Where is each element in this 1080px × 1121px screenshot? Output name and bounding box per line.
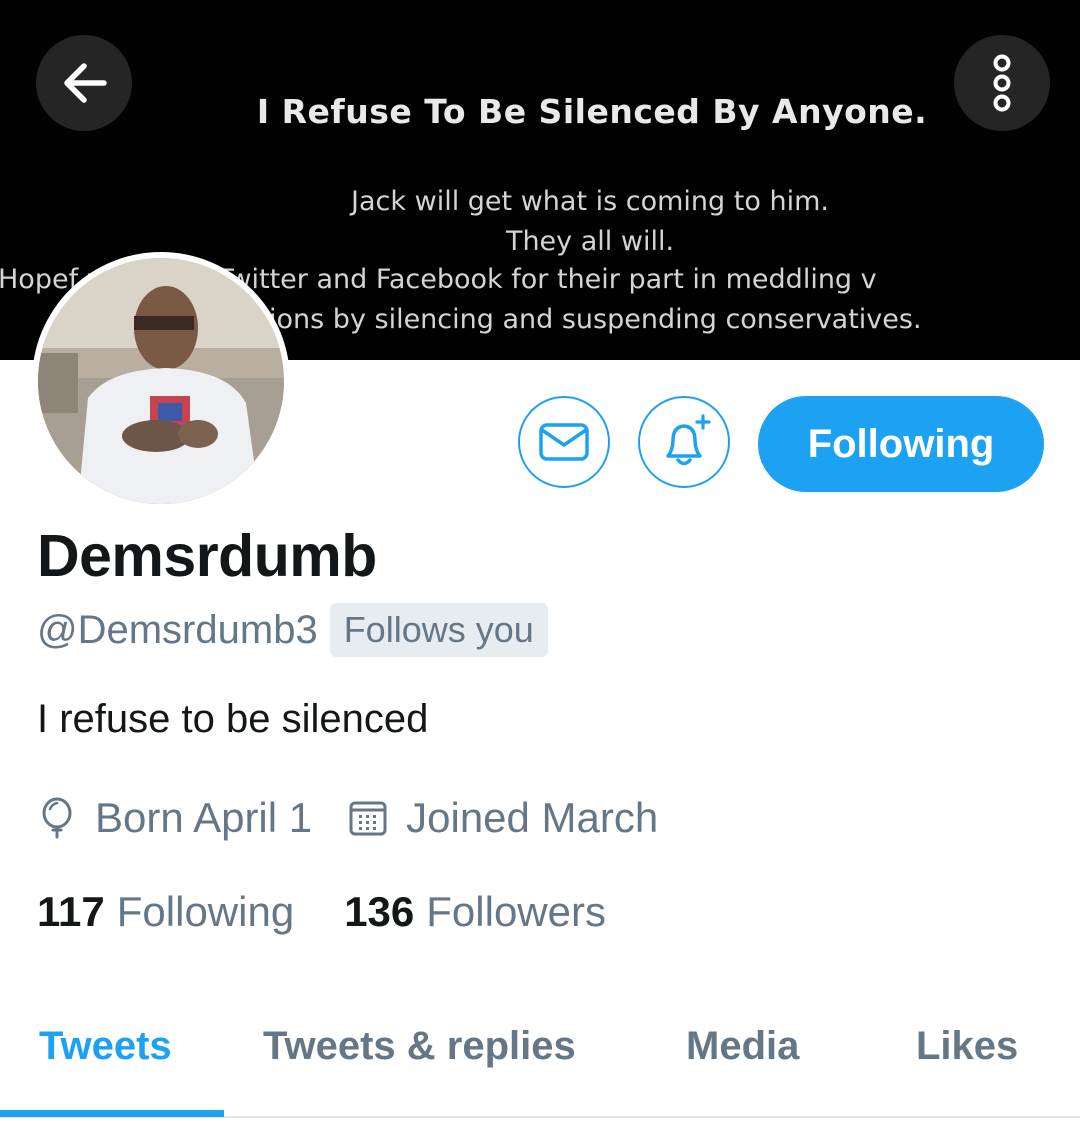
active-tab-indicator — [0, 1110, 224, 1117]
profile-meta: Born April 1 Joined March — [37, 790, 658, 846]
tab-media[interactable]: Media — [686, 1024, 799, 1069]
bell-plus-icon — [666, 414, 711, 466]
profile-tabs: Tweets Tweets & replies Media Likes — [0, 1000, 1080, 1121]
more-options-icon — [993, 54, 1011, 112]
following-label: Following — [116, 888, 295, 935]
display-name: Demsrdumb — [37, 523, 377, 589]
following-button[interactable]: Following — [758, 396, 1044, 492]
mail-icon — [539, 423, 589, 461]
following-stat[interactable]: 117 Following — [37, 888, 294, 936]
handle-row: @Demsrdumb3 Follows you — [37, 603, 548, 657]
user-handle: @Demsrdumb3 — [37, 607, 318, 652]
followers-count: 136 — [344, 888, 415, 935]
tab-tweets[interactable]: Tweets — [39, 1024, 172, 1069]
tab-likes[interactable]: Likes — [916, 1024, 1018, 1069]
follows-you-badge: Follows you — [329, 603, 548, 657]
profile-bio: I refuse to be silenced — [37, 697, 429, 741]
birthday-text: Born April 1 — [95, 794, 313, 841]
follow-stats: 117 Following 136 Followers — [37, 884, 606, 940]
notifications-button[interactable] — [638, 396, 730, 488]
followers-label: Followers — [426, 888, 606, 935]
following-count: 117 — [37, 888, 105, 935]
banner-headline: I Refuse To Be Silenced By Anyone. — [256, 92, 928, 131]
message-button[interactable] — [518, 396, 610, 488]
avatar-photo — [38, 258, 284, 504]
followers-stat[interactable]: 136 Followers — [344, 888, 606, 936]
avatar[interactable] — [32, 252, 290, 510]
profile-page: I Refuse To Be Silenced By Anyone. Jack … — [0, 0, 1080, 1121]
banner-line-1: Jack will get what is coming to him. — [351, 186, 829, 217]
tab-tweets-and-replies[interactable]: Tweets & replies — [263, 1024, 576, 1069]
back-button[interactable] — [36, 35, 132, 131]
balloon-icon — [37, 796, 77, 840]
back-arrow-icon — [64, 63, 107, 103]
more-options-button[interactable] — [954, 35, 1050, 131]
calendar-icon — [348, 796, 388, 840]
joined-text: Joined March — [406, 794, 659, 841]
